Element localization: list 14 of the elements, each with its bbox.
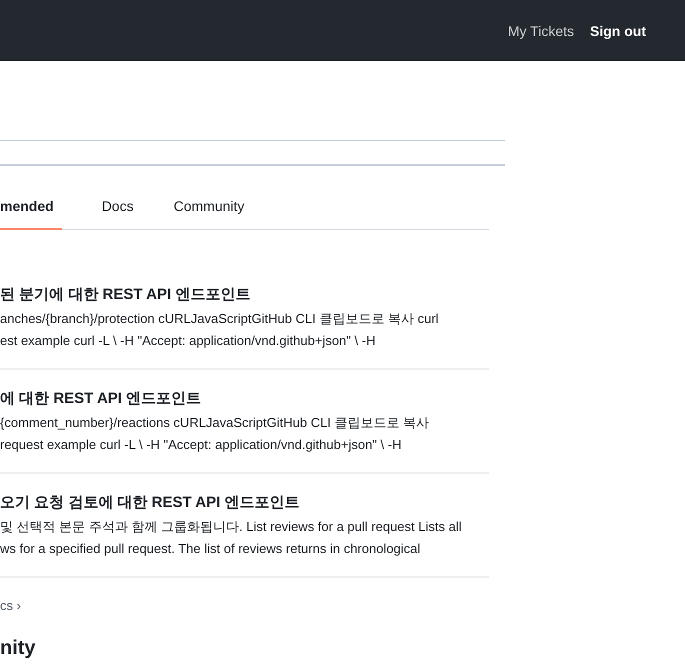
nav-link[interactable]: Sign out	[590, 22, 646, 38]
result-snippet: {comment_number}/reactions cURLJavaScriptGitHub CLI 클립보드로 복사 request example curl -L \ -H "Accept: application/vnd.github+json" \ -H	[0, 414, 430, 454]
result-title-link[interactable]: 오기 요청 검토에 대한 REST API 엔드포인트	[0, 492, 489, 514]
nav-link[interactable]: My Tickets	[508, 22, 574, 38]
result-snippet: anches/{branch}/protection cURLJavaScriptGitHub CLI 클립보드로 복사 curl est example curl -L \ -H "Accept: application/vnd.github+json" \ -H	[0, 310, 440, 350]
result-title-link[interactable]: 에 대한 REST API 엔드포인트	[0, 388, 489, 410]
tab[interactable]: Community	[174, 194, 244, 230]
search-field[interactable]	[0, 140, 505, 166]
section-heading: nity	[0, 637, 37, 660]
tab[interactable]: Docs	[102, 194, 134, 230]
more-docs-link[interactable]: cs ›	[0, 598, 21, 613]
tab[interactable]: mended	[0, 194, 62, 230]
result-title-link[interactable]: 된 분기에 대한 REST API 엔드포인트	[0, 284, 489, 306]
result-snippet: 및 선택적 본문 주석과 함께 그룹화됩니다. List reviews for a pull request Lists all ws for a specified pull request. The list of reviews returns in chronological	[0, 518, 463, 558]
